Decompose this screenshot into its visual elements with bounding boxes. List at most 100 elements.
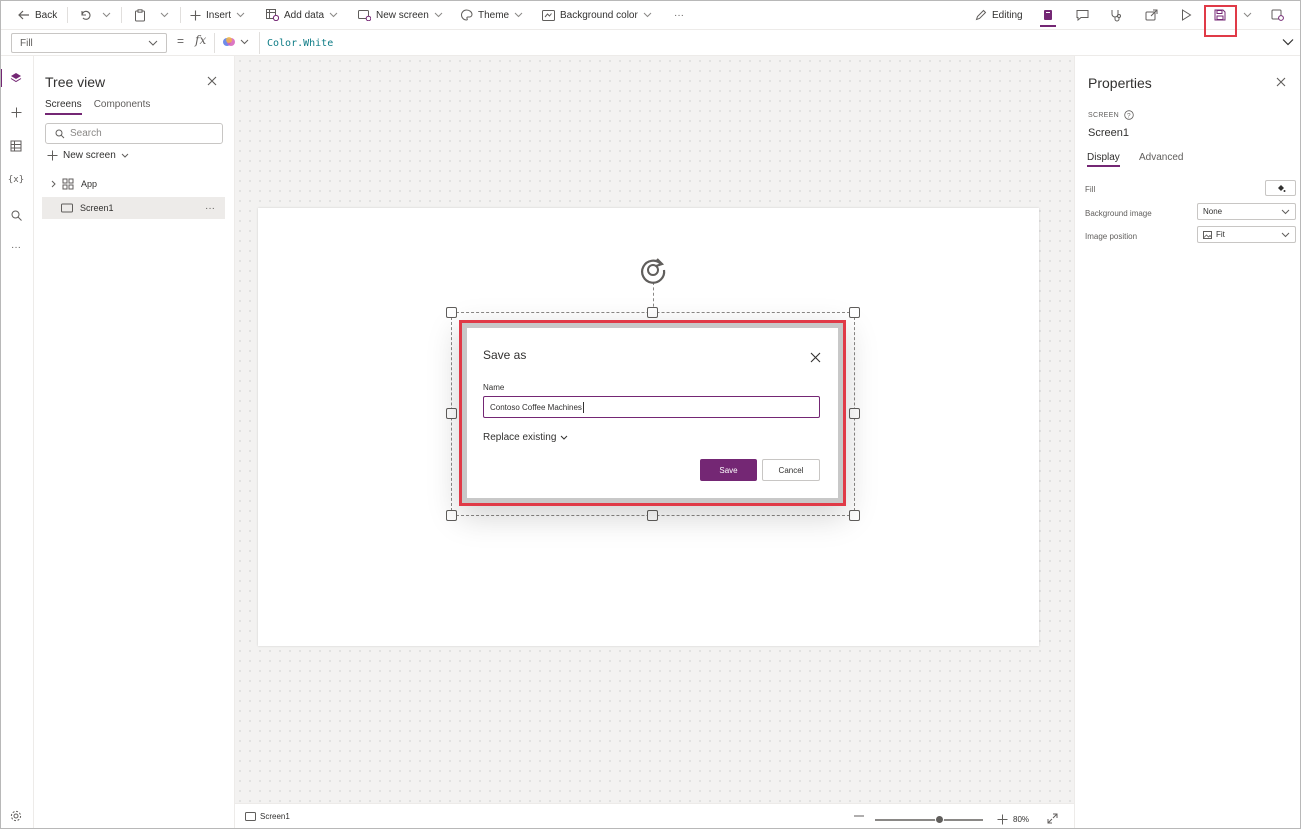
resize-handle-left[interactable] xyxy=(446,408,457,419)
resize-handle-bottom-left[interactable] xyxy=(446,510,457,521)
image-position-value: Fit xyxy=(1216,230,1225,239)
background-image-dropdown[interactable]: None xyxy=(1197,203,1296,220)
add-data-button[interactable]: Add data xyxy=(266,0,338,30)
settings-rail-button[interactable] xyxy=(7,807,25,825)
insert-button[interactable]: Insert xyxy=(190,0,245,30)
clipboard-icon xyxy=(135,8,145,21)
resize-handle-top[interactable] xyxy=(647,307,658,318)
palette-icon xyxy=(461,9,473,21)
chevron-down-icon xyxy=(236,12,245,18)
name-input[interactable]: Contoso Coffee Machines xyxy=(483,396,820,418)
health-button[interactable] xyxy=(1110,0,1122,30)
comments-button[interactable] xyxy=(1076,0,1089,30)
fit-to-window-button[interactable] xyxy=(1047,813,1058,824)
search-rail-button[interactable] xyxy=(7,206,25,224)
active-indicator xyxy=(1040,25,1056,27)
property-name: Fill xyxy=(20,37,33,49)
background-color-button[interactable]: Background color xyxy=(542,0,652,30)
dialog-cancel-button[interactable]: Cancel xyxy=(762,459,820,481)
tab-screens[interactable]: Screens xyxy=(45,99,82,115)
table-add-icon xyxy=(266,9,279,21)
paint-bucket-icon xyxy=(1277,185,1285,192)
zoom-out-button[interactable] xyxy=(854,811,864,821)
insert-rail-button[interactable] xyxy=(7,103,25,121)
undo-button[interactable] xyxy=(79,0,91,30)
tab-components[interactable]: Components xyxy=(94,99,151,115)
tree-new-screen-button[interactable]: New screen xyxy=(47,150,129,161)
tree-node-app[interactable]: App xyxy=(42,173,225,195)
paste-dropdown[interactable] xyxy=(160,0,169,30)
search-icon xyxy=(55,129,65,138)
background-color-label: Background color xyxy=(560,9,638,21)
zoom-slider-track[interactable] xyxy=(875,819,983,821)
undo-icon xyxy=(81,10,91,20)
more-commands-button[interactable]: ··· xyxy=(674,0,684,30)
resize-handle-bottom[interactable] xyxy=(647,510,658,521)
resize-handle-bottom-right[interactable] xyxy=(849,510,860,521)
back-button[interactable]: Back xyxy=(18,0,57,30)
publish-button[interactable] xyxy=(1271,0,1284,30)
dialog-close-button[interactable] xyxy=(808,350,822,364)
play-icon xyxy=(1182,9,1192,21)
editing-toggle[interactable]: Editing xyxy=(975,0,1023,30)
close-tree-view-button[interactable] xyxy=(207,76,217,86)
chevron-down-icon xyxy=(1243,12,1252,18)
property-selector[interactable]: Fill xyxy=(11,33,167,53)
share-button[interactable] xyxy=(1145,0,1158,30)
zoom-in-button[interactable] xyxy=(997,814,1008,825)
screen-icon xyxy=(245,812,256,821)
chevron-down-icon xyxy=(121,153,129,158)
more-rail-icon[interactable]: ··· xyxy=(7,238,25,256)
stethoscope-icon xyxy=(1111,9,1121,21)
tree-search-input[interactable]: Search xyxy=(45,123,223,144)
resize-handle-top-right[interactable] xyxy=(849,307,860,318)
properties-panel: Properties SCREEN ? Screen1 Display Adva… xyxy=(1074,56,1301,829)
fill-color-picker[interactable] xyxy=(1265,180,1296,196)
chevron-down-icon xyxy=(102,12,111,18)
zoom-slider-thumb[interactable] xyxy=(934,815,944,824)
background-image-value: None xyxy=(1203,207,1223,216)
preview-button[interactable] xyxy=(1181,0,1192,30)
expand-formula-button[interactable] xyxy=(1282,38,1294,46)
resize-handle-right[interactable] xyxy=(849,408,860,419)
image-icon xyxy=(1203,230,1212,239)
copilot-button[interactable] xyxy=(222,35,249,49)
undo-dropdown[interactable] xyxy=(102,0,111,30)
search-placeholder: Search xyxy=(70,128,102,139)
replace-existing-toggle[interactable]: Replace existing xyxy=(483,432,568,443)
tab-advanced[interactable]: Advanced xyxy=(1139,152,1183,163)
dialog-save-button[interactable]: Save xyxy=(700,459,757,481)
document-icon xyxy=(1044,10,1052,20)
add-data-label: Add data xyxy=(284,9,325,21)
theme-button[interactable]: Theme xyxy=(460,0,523,30)
image-position-label: Image position xyxy=(1085,232,1138,241)
svg-text:?: ? xyxy=(1127,112,1131,119)
more-icon[interactable]: ··· xyxy=(205,203,215,214)
tree-node-screen1[interactable]: Screen1 ··· xyxy=(42,197,225,219)
rotate-handle[interactable] xyxy=(637,254,669,286)
status-screen-name[interactable]: Screen1 xyxy=(245,812,290,821)
equals-sign: = xyxy=(177,34,185,48)
zoom-level: 80% xyxy=(1013,815,1030,824)
new-screen-button[interactable]: New screen xyxy=(358,0,443,30)
tree-view-title: Tree view xyxy=(45,74,106,90)
tab-display[interactable]: Display xyxy=(1087,152,1120,167)
gear-icon xyxy=(10,810,22,822)
help-icon[interactable]: ? xyxy=(1124,110,1134,120)
tree-view-rail-button[interactable] xyxy=(7,69,25,87)
close-properties-button[interactable] xyxy=(1276,77,1288,89)
paste-button[interactable] xyxy=(134,0,146,30)
variables-icon[interactable]: {x} xyxy=(7,171,25,189)
resize-handle-top-left[interactable] xyxy=(446,307,457,318)
plus-icon xyxy=(47,150,58,161)
save-as-dialog-highlight: Save as Name Contoso Coffee Machines Rep… xyxy=(459,320,846,506)
save-dropdown[interactable] xyxy=(1243,0,1252,30)
save-button[interactable] xyxy=(1214,0,1226,30)
insert-label: Insert xyxy=(206,9,232,21)
chevron-down-icon xyxy=(160,12,169,18)
image-position-dropdown[interactable]: Fit xyxy=(1197,226,1296,243)
chevron-down-icon xyxy=(1281,209,1290,214)
screen-icon xyxy=(61,203,73,213)
data-rail-button[interactable] xyxy=(7,137,25,155)
formula-input[interactable]: Color.White xyxy=(259,32,1276,54)
